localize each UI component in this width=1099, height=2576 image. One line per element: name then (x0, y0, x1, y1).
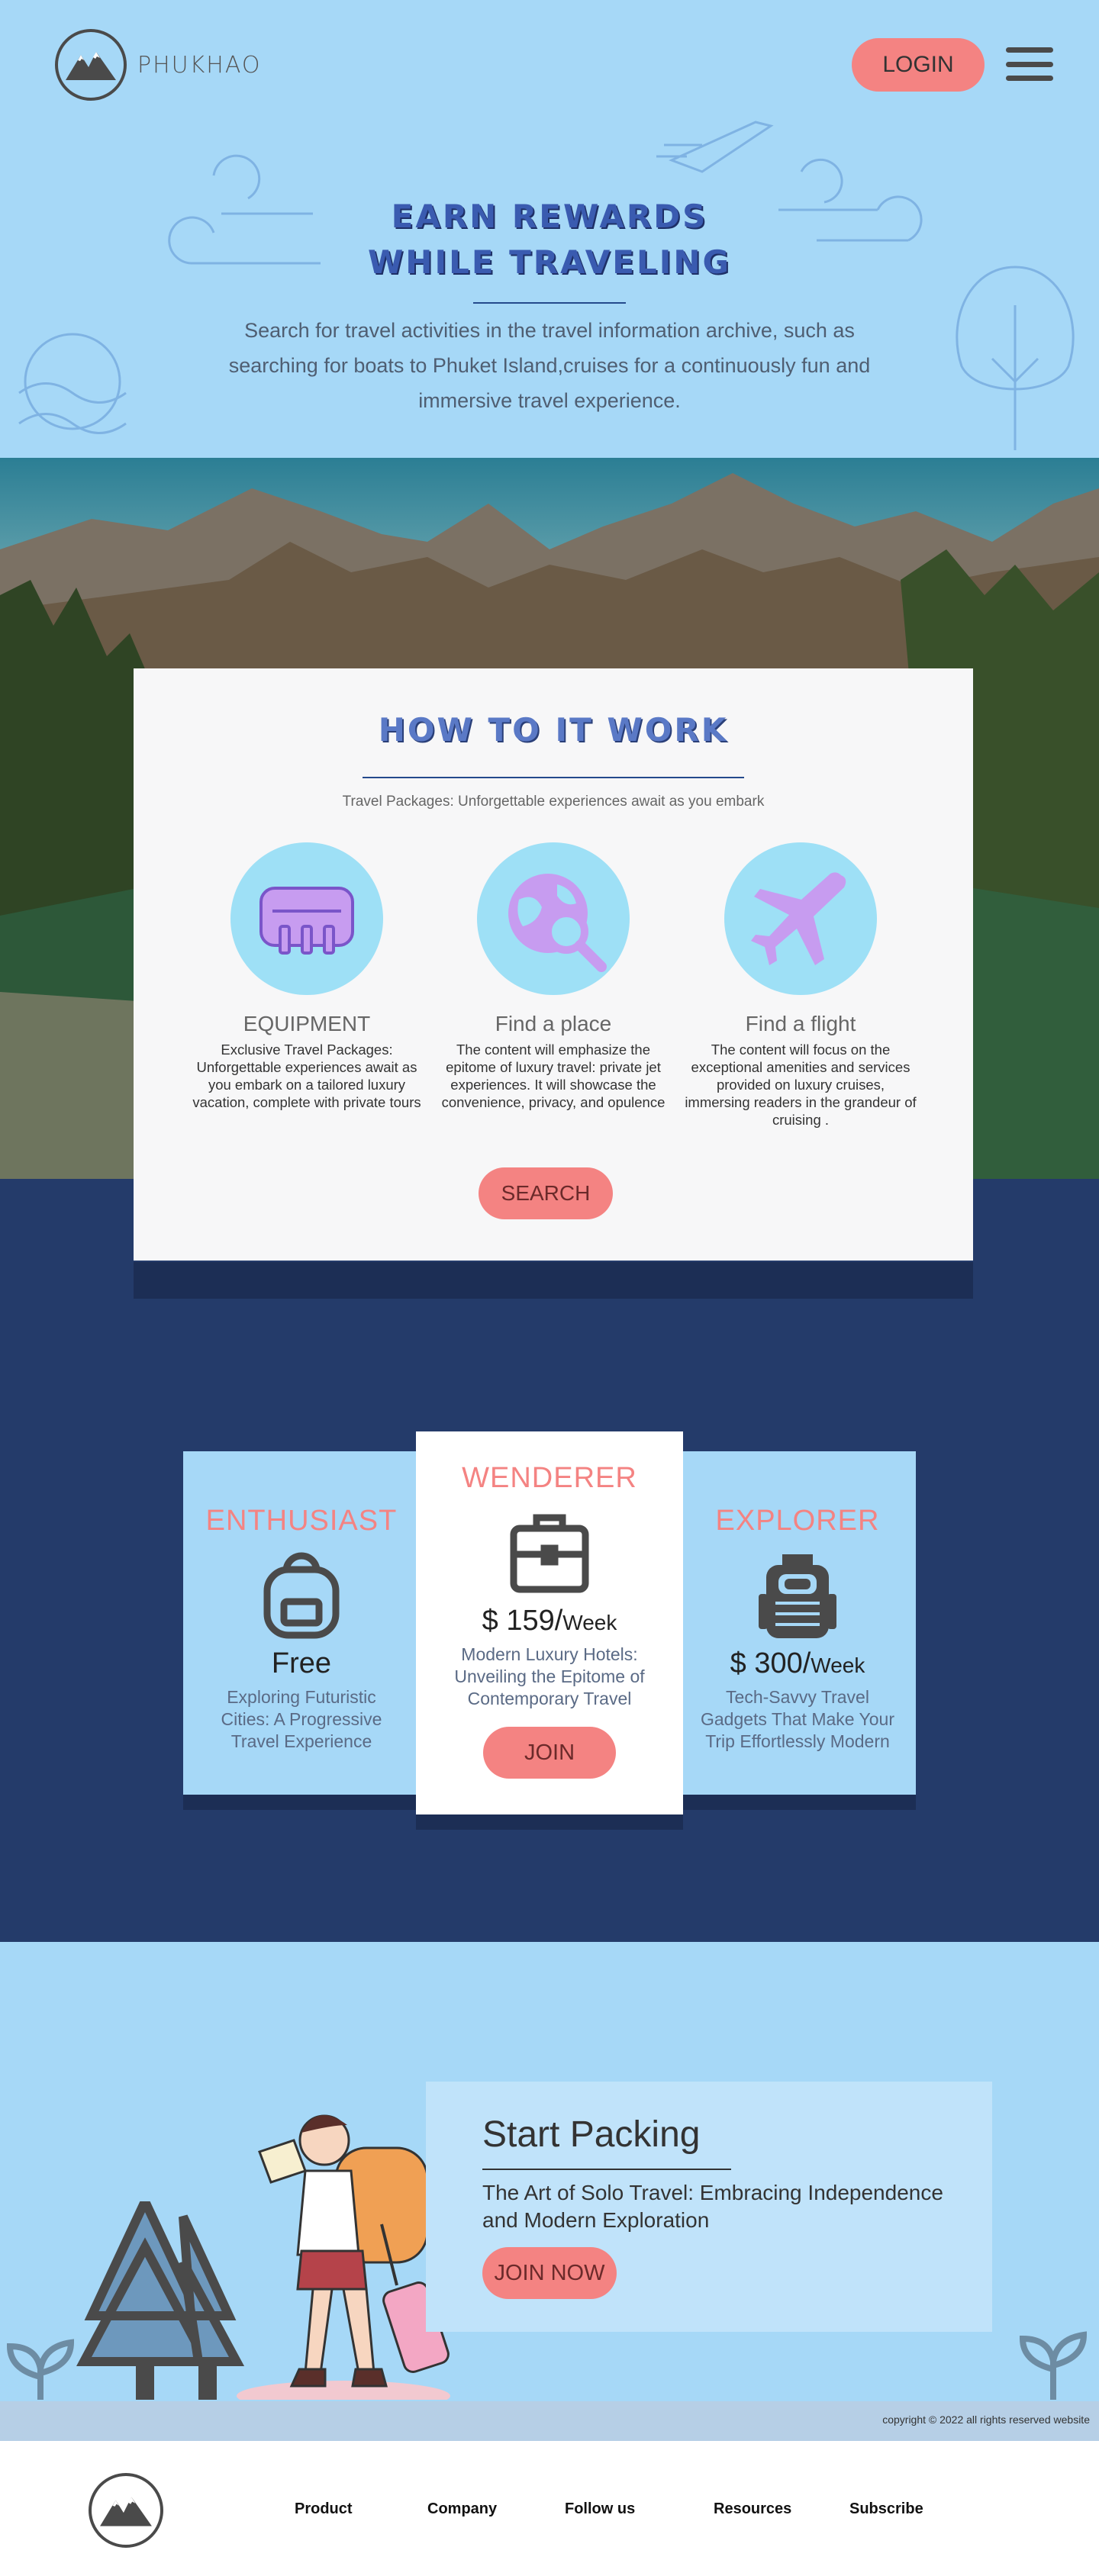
packing-description: The Art of Solo Travel: Embracing Indepe… (482, 2181, 943, 2232)
plan-price-period: Week (811, 1653, 865, 1677)
plan-description: Modern Luxury Hotels: Unveiling the Epit… (454, 1644, 645, 1708)
plan-price-value: Free (271, 1647, 332, 1679)
pine-tree-icon (76, 2201, 244, 2400)
card-shadow (134, 1262, 973, 1299)
search-button[interactable]: SEARCH (479, 1167, 613, 1219)
feature-equipment: EQUIPMENT Exclusive Travel Packages: Unf… (185, 842, 429, 1111)
plan-description: Exploring Futuristic Cities: A Progressi… (221, 1687, 382, 1751)
brand-logo[interactable]: PHUKHAO (55, 29, 261, 101)
hero-title-line2: WHILE TRAVELING (367, 243, 732, 281)
join-now-button[interactable]: JOIN NOW (482, 2247, 617, 2299)
hero-divider (473, 302, 626, 304)
hero-section: PHUKHAO LOGIN EARN REWARDS WHILE TRAVELI… (0, 0, 1099, 458)
footer-mountain-logo-icon[interactable] (89, 2473, 163, 2548)
plan-shadow (416, 1814, 683, 1830)
plan-price: Free (183, 1647, 420, 1680)
footer-link-product[interactable]: Product (295, 2500, 353, 2518)
copyright-text: copyright © 2022 all rights reserved web… (882, 2413, 1090, 2426)
mountain-logo-icon (55, 29, 127, 101)
footer-link-follow-us[interactable]: Follow us (565, 2500, 635, 2518)
sprout-icon (6, 2339, 75, 2400)
feature-description: The content will focus on the exceptiona… (685, 1042, 917, 1128)
footer-link-company[interactable]: Company (427, 2500, 497, 2518)
feature-description: The content will emphasize the epitome o… (441, 1042, 666, 1110)
plan-explorer: EXPLORER $ 300/Week Tech-Savvy Travel Ga… (679, 1451, 916, 1795)
airplane-icon (724, 842, 877, 995)
plan-price-value: $ 300/ (730, 1647, 811, 1679)
feature-title: EQUIPMENT (243, 1012, 371, 1035)
brand-name: PHUKHAO (137, 51, 262, 79)
feature-title: Find a place (495, 1012, 612, 1035)
how-it-works-card: HOW TO IT WORK Travel Packages: Unforget… (134, 668, 973, 1261)
plan-shadow (679, 1795, 916, 1810)
hiking-backpack-icon (756, 1548, 840, 1640)
copyright-bar: copyright © 2022 all rights reserved web… (0, 2401, 1099, 2441)
login-button[interactable]: LOGIN (852, 38, 985, 92)
feature-description: Exclusive Travel Packages: Unforgettable… (192, 1042, 421, 1110)
start-packing-section: Start Packing The Art of Solo Travel: Em… (0, 1942, 1099, 2400)
plan-name: ENTHUSIAST (205, 1505, 398, 1537)
plan-wenderer: WENDERER $ 159/Week Modern Luxury Hotels… (416, 1431, 683, 1814)
footer-link-subscribe[interactable]: Subscribe (849, 2500, 923, 2518)
hero-title: EARN REWARDS WHILE TRAVELING (0, 194, 1099, 285)
join-button[interactable]: JOIN (483, 1727, 616, 1779)
briefcase-icon (508, 1505, 591, 1597)
feature-find-place: Find a place The content will emphasize … (431, 842, 675, 1111)
sprout-icon (1019, 2331, 1088, 2400)
packing-divider (482, 2169, 731, 2170)
hero-description: Search for travel activities in the trav… (228, 319, 871, 412)
plan-price-value: $ 159/ (482, 1605, 563, 1637)
hamburger-menu-icon[interactable] (1006, 47, 1053, 81)
luggage-icon (230, 842, 383, 995)
plan-shadow (183, 1795, 420, 1810)
feature-title: Find a flight (745, 1012, 856, 1035)
plan-name: EXPLORER (715, 1505, 880, 1537)
footer: Product Company Follow us Resources Subs… (0, 2441, 1099, 2576)
plan-price: $ 159/Week (416, 1605, 683, 1637)
packing-title: Start Packing (482, 2114, 701, 2155)
plan-price-period: Week (562, 1611, 617, 1634)
hero-title-line1: EARN REWARDS (391, 198, 708, 235)
feature-find-flight: Find a flight The content will focus on … (678, 842, 923, 1129)
plan-price: $ 300/Week (679, 1647, 916, 1680)
how-title: HOW TO IT WORK (378, 711, 729, 749)
plan-name: WENDERER (462, 1462, 637, 1494)
how-subtitle: Travel Packages: Unforgettable experienc… (342, 794, 765, 810)
globe-search-icon (477, 842, 630, 995)
plan-description: Tech-Savvy Travel Gadgets That Make Your… (700, 1687, 895, 1751)
how-divider (363, 777, 744, 778)
footer-link-resources[interactable]: Resources (714, 2500, 791, 2518)
plan-enthusiast: ENTHUSIAST Free Exploring Futuristic Cit… (183, 1451, 420, 1795)
backpack-icon (259, 1548, 343, 1640)
start-packing-card: Start Packing The Art of Solo Travel: Em… (426, 2082, 992, 2332)
